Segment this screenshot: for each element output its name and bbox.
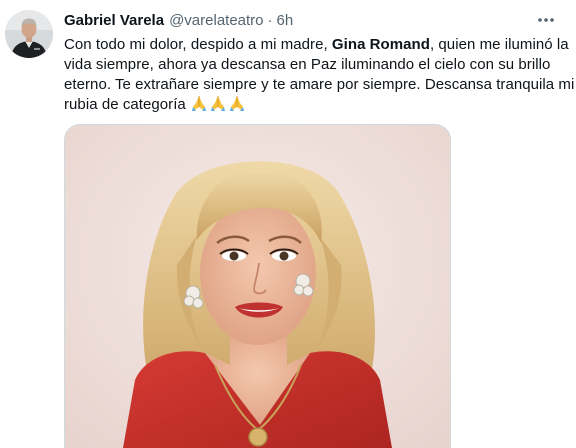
- more-options-button[interactable]: [534, 8, 558, 32]
- text-segment: , quien me iluminó la: [429, 36, 569, 53]
- tweet[interactable]: Gabriel Varela @varelateatro · 6h Con to…: [0, 0, 576, 448]
- tweet-text-line-1: Con todo mi dolor, despido a mi madre, G…: [64, 35, 569, 55]
- author-avatar[interactable]: [5, 10, 53, 58]
- tweet-text: Con todo mi dolor, despido a mi madre, G…: [64, 35, 575, 118]
- folded-hands-emoji: [190, 94, 208, 118]
- folded-hands-emoji: [209, 94, 227, 118]
- mentioned-name: Gina Romand: [331, 36, 430, 53]
- text-segment: Con todo mi dolor, despido a mi madre,: [64, 36, 332, 53]
- tweet-photo[interactable]: [64, 124, 451, 448]
- profile-photo-icon: [5, 10, 53, 58]
- portrait-photo: [65, 125, 450, 448]
- tweet-timestamp[interactable]: 6h: [277, 12, 294, 29]
- author-handle[interactable]: @varelateatro: [169, 12, 263, 29]
- tweet-text-line-2: vida siempre, ahora ya descansa en Paz i…: [64, 55, 551, 73]
- tweet-text-line-4: rubia de categoría: [64, 94, 568, 118]
- tweet-header: Gabriel Varela @varelateatro · 6h: [64, 10, 293, 30]
- more-horizontal-icon: [538, 18, 554, 22]
- header-separator: ·: [267, 11, 273, 29]
- text-segment: rubia de categoría: [64, 96, 186, 114]
- folded-hands-emoji: [228, 94, 246, 118]
- tweet-text-line-3: eterno. Te extrañare siempre y te amare …: [64, 75, 575, 93]
- author-name[interactable]: Gabriel Varela: [64, 12, 164, 29]
